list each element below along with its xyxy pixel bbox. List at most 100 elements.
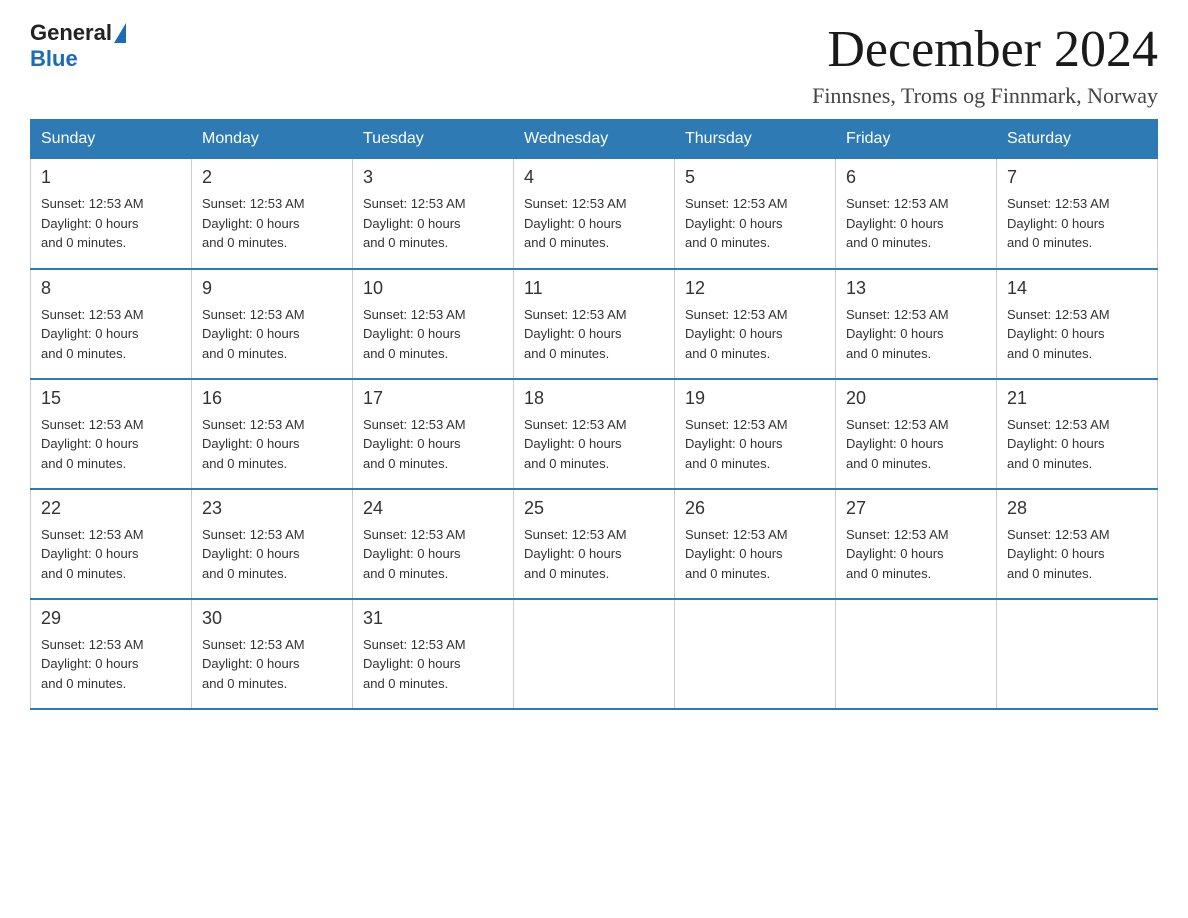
day-number: 30 (202, 608, 342, 629)
day-number: 1 (41, 167, 181, 188)
weekday-header-friday: Friday (836, 120, 997, 159)
day-info: Sunset: 12:53 AMDaylight: 0 hoursand 0 m… (363, 305, 503, 364)
day-info: Sunset: 12:53 AMDaylight: 0 hoursand 0 m… (524, 415, 664, 474)
weekday-header-sunday: Sunday (31, 120, 192, 159)
calendar-cell: 8 Sunset: 12:53 AMDaylight: 0 hoursand 0 … (31, 269, 192, 379)
day-number: 7 (1007, 167, 1147, 188)
day-info: Sunset: 12:53 AMDaylight: 0 hoursand 0 m… (685, 194, 825, 253)
day-number: 21 (1007, 388, 1147, 409)
calendar-cell: 2 Sunset: 12:53 AMDaylight: 0 hoursand 0 … (192, 159, 353, 269)
calendar-cell: 22 Sunset: 12:53 AMDaylight: 0 hoursand 0… (31, 489, 192, 599)
logo-blue-text: Blue (30, 46, 78, 72)
calendar-cell: 28Sunset: 12:53 AMDaylight: 0 hoursand 0… (997, 489, 1158, 599)
logo: General Blue (30, 20, 128, 72)
calendar-cell: 1 Sunset: 12:53 AMDaylight: 0 hoursand 0 … (31, 159, 192, 269)
week-row-3: 15Sunset: 12:53 AMDaylight: 0 hoursand 0… (31, 379, 1158, 489)
calendar-cell: 11 Sunset: 12:53 AMDaylight: 0 hoursand 0… (514, 269, 675, 379)
calendar-cell (836, 599, 997, 709)
calendar-cell: 31 Sunset: 12:53 AMDaylight: 0 hoursand 0… (353, 599, 514, 709)
calendar-cell: 16Sunset: 12:53 AMDaylight: 0 hoursand 0… (192, 379, 353, 489)
weekday-header-tuesday: Tuesday (353, 120, 514, 159)
day-number: 27 (846, 498, 986, 519)
calendar-cell: 12 Sunset: 12:53 AMDaylight: 0 hoursand 0… (675, 269, 836, 379)
calendar-table: SundayMondayTuesdayWednesdayThursdayFrid… (30, 119, 1158, 710)
day-info: Sunset: 12:53 AMDaylight: 0 hoursand 0 m… (846, 415, 986, 474)
day-info: Sunset: 12:53 AMDaylight: 0 hoursand 0 m… (202, 525, 342, 584)
day-info: Sunset: 12:53 AMDaylight: 0 hoursand 0 m… (41, 635, 181, 694)
day-number: 26 (685, 498, 825, 519)
calendar-cell: 24 Sunset: 12:53 AMDaylight: 0 hoursand 0… (353, 489, 514, 599)
calendar-cell: 5 Sunset: 12:53 AMDaylight: 0 hoursand 0 … (675, 159, 836, 269)
day-number: 18 (524, 388, 664, 409)
day-info: Sunset: 12:53 AMDaylight: 0 hoursand 0 m… (363, 194, 503, 253)
day-info: Sunset: 12:53 AMDaylight: 0 hoursand 0 m… (524, 305, 664, 364)
logo-triangle-icon (114, 23, 126, 43)
calendar-cell: 26 Sunset: 12:53 AMDaylight: 0 hoursand 0… (675, 489, 836, 599)
day-number: 6 (846, 167, 986, 188)
day-number: 4 (524, 167, 664, 188)
day-number: 11 (524, 278, 664, 299)
day-number: 24 (363, 498, 503, 519)
calendar-cell: 21 Sunset: 12:53 AMDaylight: 0 hoursand 0… (997, 379, 1158, 489)
day-number: 25 (524, 498, 664, 519)
week-row-5: 29 Sunset: 12:53 AMDaylight: 0 hoursand 0… (31, 599, 1158, 709)
calendar-cell (675, 599, 836, 709)
calendar-cell: 13Sunset: 12:53 AMDaylight: 0 hoursand 0… (836, 269, 997, 379)
calendar-cell: 20 Sunset: 12:53 AMDaylight: 0 hoursand 0… (836, 379, 997, 489)
day-info: Sunset: 12:53 AMDaylight: 0 hoursand 0 m… (524, 194, 664, 253)
day-number: 19 (685, 388, 825, 409)
day-number: 3 (363, 167, 503, 188)
day-info: Sunset: 12:53 AMDaylight: 0 hoursand 0 m… (685, 415, 825, 474)
title-block: December 2024 Finnsnes, Troms og Finnmar… (812, 20, 1158, 109)
weekday-header-row: SundayMondayTuesdayWednesdayThursdayFrid… (31, 120, 1158, 159)
calendar-cell: 7 Sunset: 12:53 AMDaylight: 0 hoursand 0 … (997, 159, 1158, 269)
day-info: Sunset: 12:53 AMDaylight: 0 hoursand 0 m… (41, 305, 181, 364)
day-info: Sunset: 12:53 AMDaylight: 0 hoursand 0 m… (202, 194, 342, 253)
weekday-header-saturday: Saturday (997, 120, 1158, 159)
calendar-cell: 9Sunset: 12:53 AMDaylight: 0 hoursand 0 … (192, 269, 353, 379)
day-info: Sunset: 12:53 AMDaylight: 0 hoursand 0 m… (1007, 415, 1147, 474)
calendar-cell: 23 Sunset: 12:53 AMDaylight: 0 hoursand 0… (192, 489, 353, 599)
page-title: December 2024 (812, 20, 1158, 79)
page-header: General Blue December 2024 Finnsnes, Tro… (30, 20, 1158, 109)
day-info: Sunset: 12:53 AMDaylight: 0 hoursand 0 m… (363, 525, 503, 584)
day-info: Sunset: 12:53 AMDaylight: 0 hoursand 0 m… (846, 305, 986, 364)
calendar-cell: 3 Sunset: 12:53 AMDaylight: 0 hoursand 0 … (353, 159, 514, 269)
day-info: Sunset: 12:53 AMDaylight: 0 hoursand 0 m… (1007, 194, 1147, 253)
week-row-4: 22 Sunset: 12:53 AMDaylight: 0 hoursand 0… (31, 489, 1158, 599)
day-number: 17 (363, 388, 503, 409)
week-row-2: 8 Sunset: 12:53 AMDaylight: 0 hoursand 0 … (31, 269, 1158, 379)
calendar-cell: 4 Sunset: 12:53 AMDaylight: 0 hoursand 0 … (514, 159, 675, 269)
calendar-cell: 29 Sunset: 12:53 AMDaylight: 0 hoursand 0… (31, 599, 192, 709)
weekday-header-thursday: Thursday (675, 120, 836, 159)
day-number: 10 (363, 278, 503, 299)
day-info: Sunset: 12:53 AMDaylight: 0 hoursand 0 m… (41, 525, 181, 584)
day-info: Sunset: 12:53 AMDaylight: 0 hoursand 0 m… (685, 525, 825, 584)
weekday-header-monday: Monday (192, 120, 353, 159)
calendar-cell: 19 Sunset: 12:53 AMDaylight: 0 hoursand 0… (675, 379, 836, 489)
day-number: 31 (363, 608, 503, 629)
day-info: Sunset: 12:53 AMDaylight: 0 hoursand 0 m… (1007, 525, 1147, 584)
day-info: Sunset: 12:53 AMDaylight: 0 hoursand 0 m… (685, 305, 825, 364)
calendar-cell: 6Sunset: 12:53 AMDaylight: 0 hoursand 0 … (836, 159, 997, 269)
day-number: 29 (41, 608, 181, 629)
calendar-cell: 10 Sunset: 12:53 AMDaylight: 0 hoursand 0… (353, 269, 514, 379)
day-number: 14 (1007, 278, 1147, 299)
day-number: 5 (685, 167, 825, 188)
day-number: 22 (41, 498, 181, 519)
calendar-cell: 18 Sunset: 12:53 AMDaylight: 0 hoursand 0… (514, 379, 675, 489)
day-info: Sunset: 12:53 AMDaylight: 0 hoursand 0 m… (363, 635, 503, 694)
day-info: Sunset: 12:53 AMDaylight: 0 hoursand 0 m… (524, 525, 664, 584)
day-info: Sunset: 12:53 AMDaylight: 0 hoursand 0 m… (41, 415, 181, 474)
calendar-cell: 17Sunset: 12:53 AMDaylight: 0 hoursand 0… (353, 379, 514, 489)
week-row-1: 1 Sunset: 12:53 AMDaylight: 0 hoursand 0 … (31, 159, 1158, 269)
calendar-cell: 27Sunset: 12:53 AMDaylight: 0 hoursand 0… (836, 489, 997, 599)
day-number: 20 (846, 388, 986, 409)
calendar-cell: 14Sunset: 12:53 AMDaylight: 0 hoursand 0… (997, 269, 1158, 379)
day-number: 2 (202, 167, 342, 188)
day-info: Sunset: 12:53 AMDaylight: 0 hoursand 0 m… (41, 194, 181, 253)
day-number: 12 (685, 278, 825, 299)
day-number: 8 (41, 278, 181, 299)
day-number: 23 (202, 498, 342, 519)
day-info: Sunset: 12:53 AMDaylight: 0 hoursand 0 m… (202, 415, 342, 474)
